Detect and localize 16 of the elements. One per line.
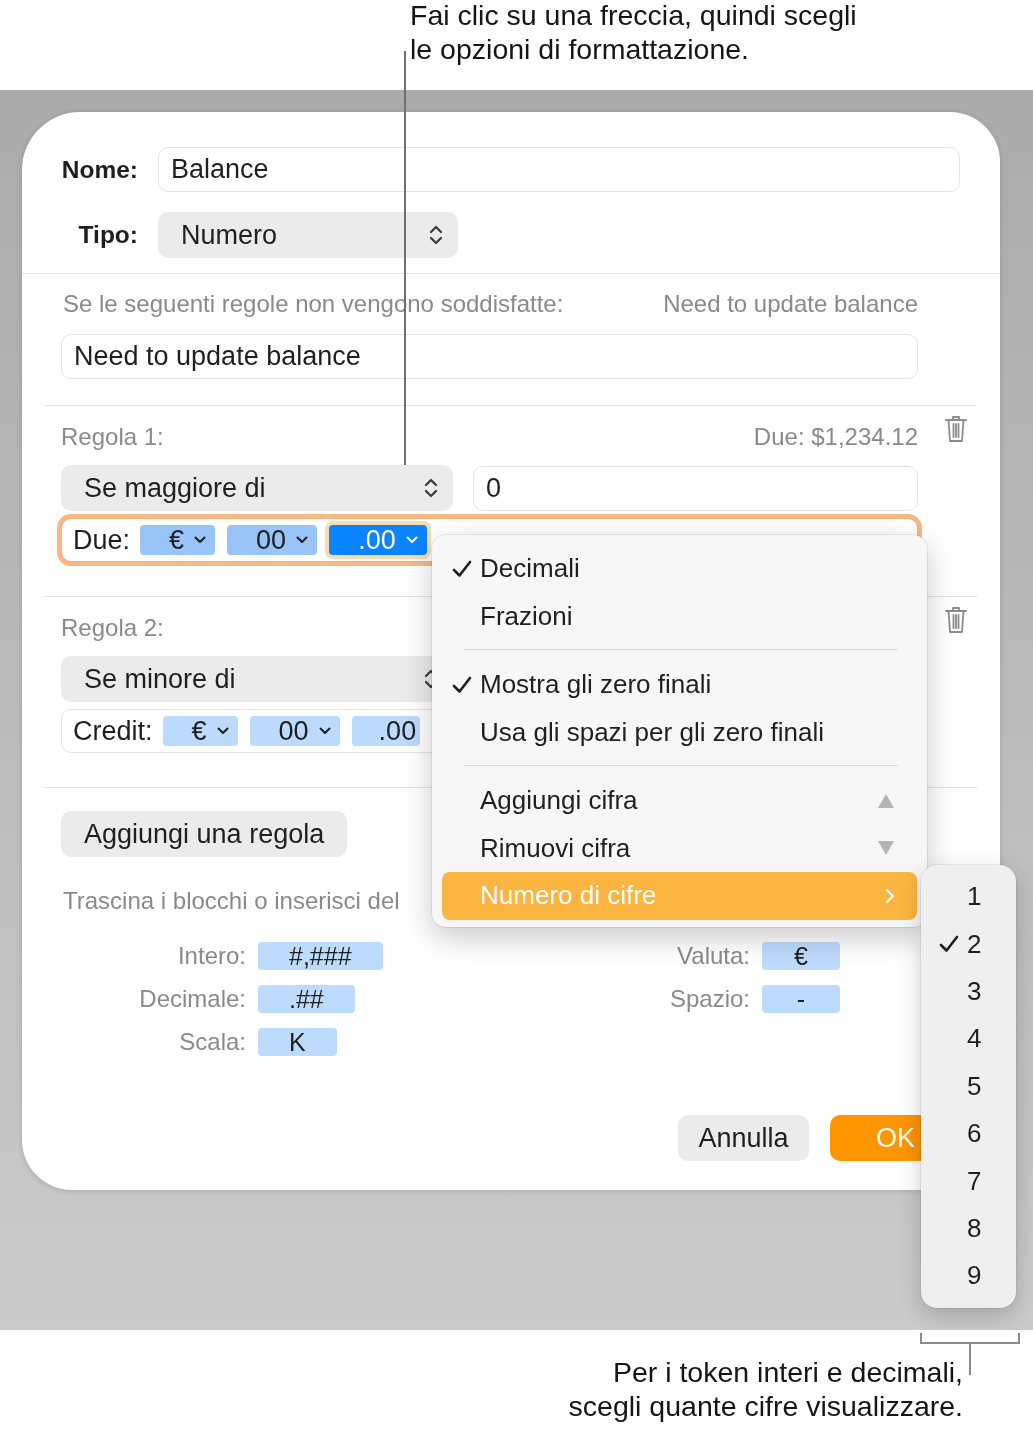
token-label: Intero: [176, 942, 246, 970]
rule-preview: Due: $1,234.12 [753, 423, 918, 451]
token-label: Valuta: [676, 942, 750, 970]
rule-title: Regola 1: [61, 423, 164, 451]
format-label: Due: [73, 524, 131, 556]
message-preview: Need to update balance [663, 290, 918, 318]
rule-title: Regola 2: [61, 614, 164, 642]
token-label: Decimale: [138, 985, 246, 1013]
format-label: Credit: [73, 715, 153, 747]
callout-text: Fai clic su una freccia, quindi scegli le opzioni di formattazione. [410, 0, 858, 66]
token-label: Spazio: [668, 985, 750, 1013]
token-label: Scala: [178, 1028, 246, 1056]
field-label: Tipo: [77, 221, 138, 249]
callout-text: Per i token interi e decimali, scegli quante cifre visualizzare. [567, 1355, 963, 1424]
hint-text: Trascina i blocchi o inserisci del [63, 887, 400, 915]
field-label: Nome: [60, 155, 138, 184]
